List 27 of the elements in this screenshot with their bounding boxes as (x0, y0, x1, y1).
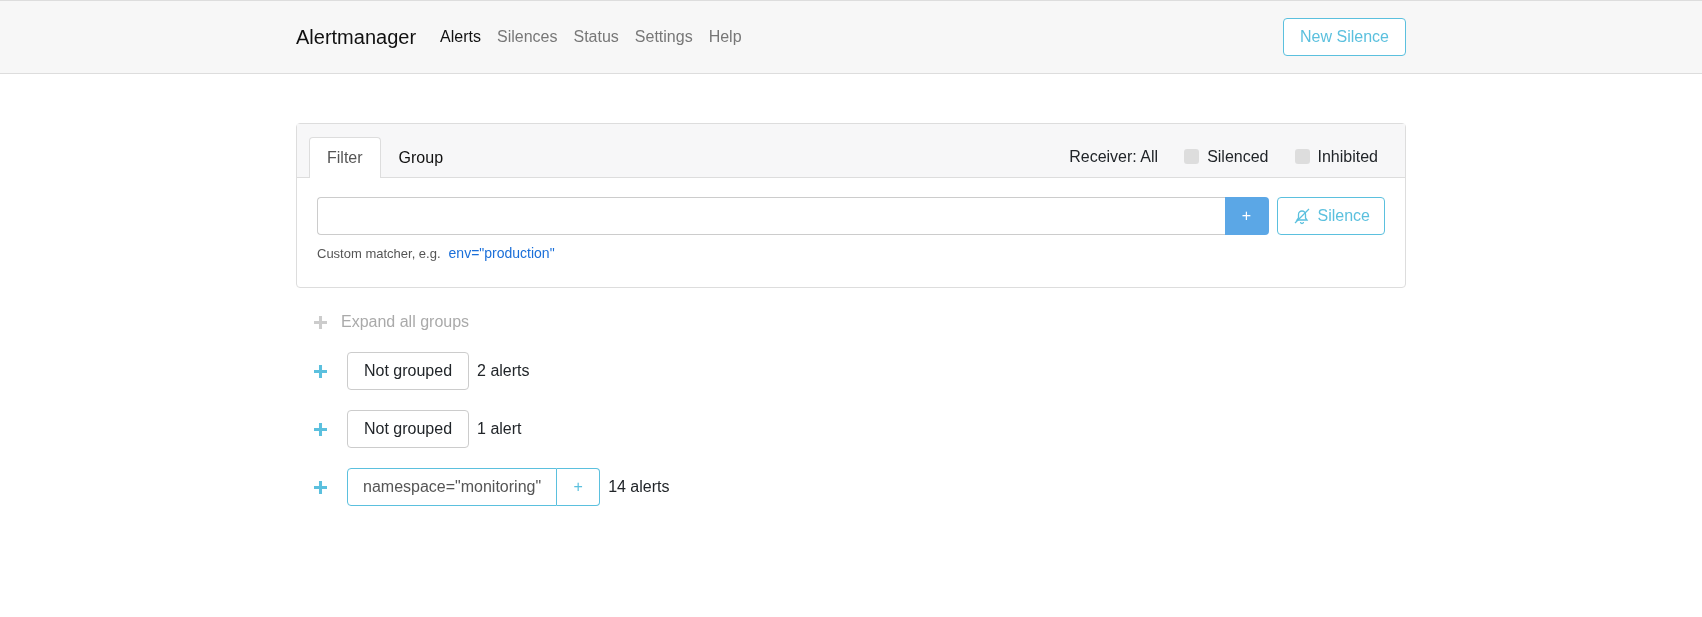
nav-link[interactable]: Status (573, 28, 619, 46)
checkbox-label[interactable]: Silenced (1207, 147, 1269, 166)
hint-text: Custom matcher, e.g. (317, 246, 441, 261)
brand-link[interactable]: Alertmanager (296, 25, 417, 49)
alert-count: 14 alerts (608, 478, 670, 496)
label-button[interactable]: namespace="monitoring" (347, 468, 558, 506)
plus-icon[interactable] (314, 315, 327, 329)
alert-count: 2 alerts (477, 362, 530, 380)
filter-input-field[interactable] (317, 197, 1225, 235)
group-label: Not grouped (347, 352, 470, 390)
nav-link[interactable]: Silences (496, 28, 558, 46)
plus-icon[interactable] (314, 422, 327, 436)
group-label: Not grouped (347, 410, 470, 448)
receiver-dropdown[interactable]: Receiver: All (1069, 147, 1159, 166)
plus-icon[interactable] (314, 480, 327, 494)
checkbox-label[interactable]: Inhibited (1317, 147, 1378, 166)
tab[interactable]: Filter (309, 137, 381, 178)
tab[interactable]: Group (380, 137, 462, 178)
nav-link[interactable]: Help (708, 28, 742, 46)
add-matcher-button[interactable]: + (1224, 197, 1269, 235)
alert-count: 1 alert (477, 420, 522, 438)
checkbox[interactable] (1184, 149, 1200, 164)
nav-link[interactable]: Alerts (440, 28, 481, 46)
checkbox[interactable] (1294, 149, 1310, 164)
example-link[interactable]: env="production" (448, 245, 555, 261)
plus-icon[interactable] (314, 364, 327, 378)
nav-link[interactable]: Settings (634, 28, 693, 46)
